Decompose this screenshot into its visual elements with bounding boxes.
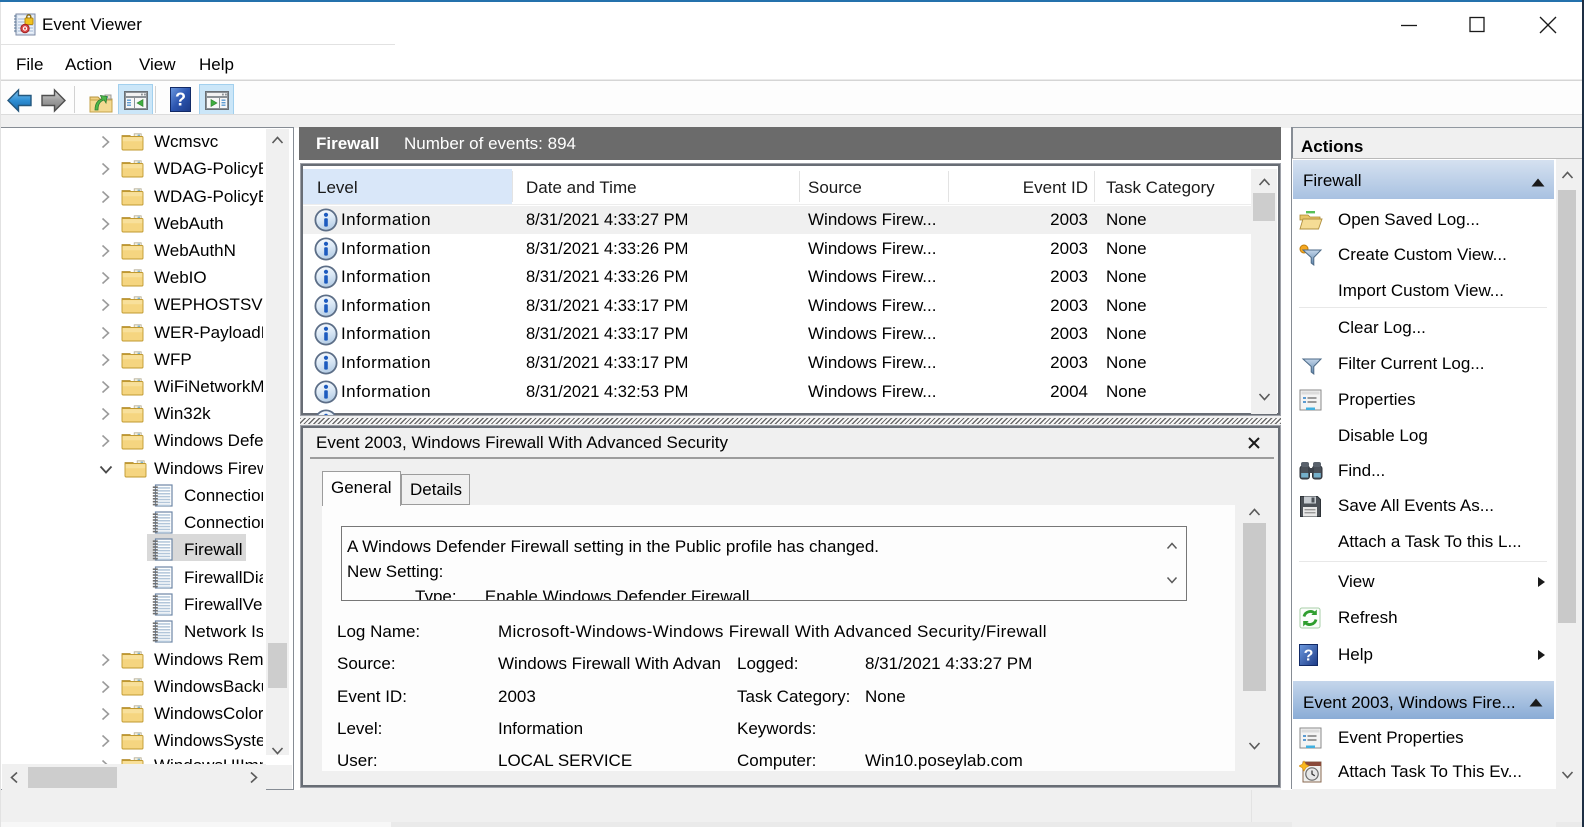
svg-text:?: ?	[175, 90, 186, 110]
svg-text:?: ?	[1304, 648, 1314, 665]
